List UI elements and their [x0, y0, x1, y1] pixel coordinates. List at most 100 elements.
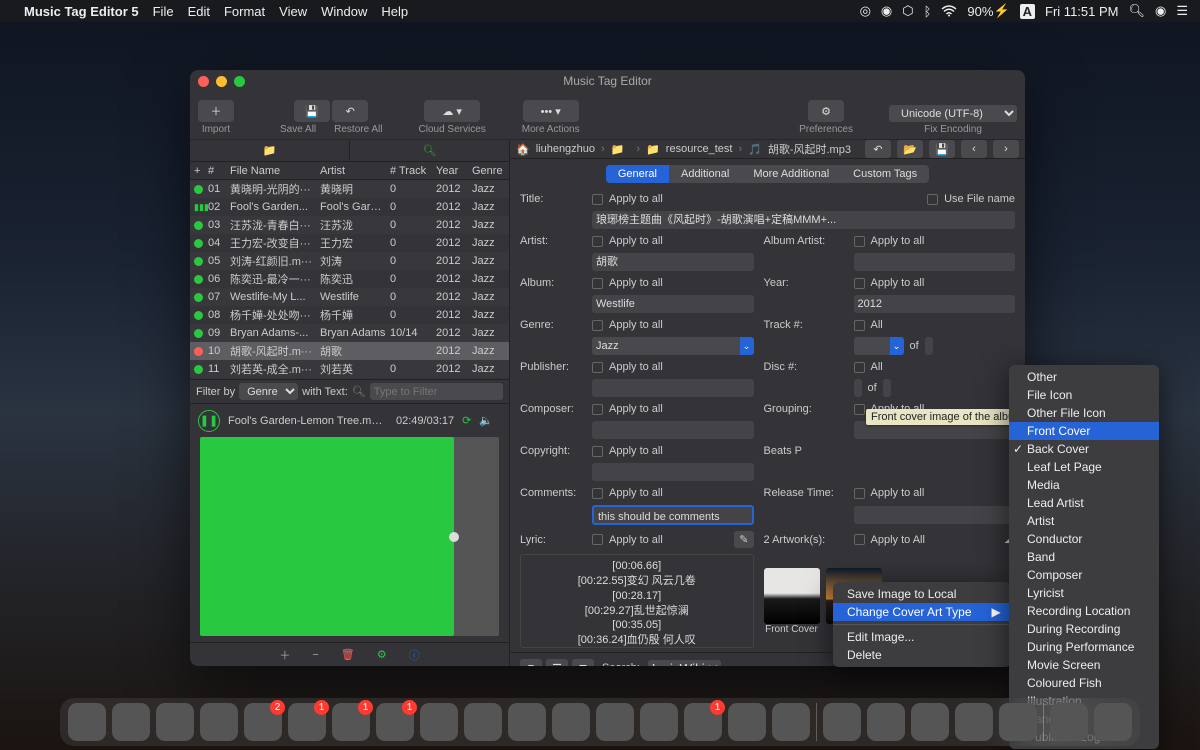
- tab-additional[interactable]: Additional: [669, 165, 741, 183]
- ctx-item[interactable]: File Icon: [1009, 386, 1159, 404]
- info-button[interactable]: ⓘ: [409, 647, 420, 663]
- table-row[interactable]: 01黄晓明-光阴的···黄晓明02012Jazz: [190, 180, 509, 198]
- artist-input[interactable]: 胡歌: [592, 253, 754, 271]
- col-num[interactable]: #: [208, 165, 230, 177]
- add-file-button[interactable]: ＋: [279, 647, 290, 663]
- ctx-item[interactable]: Media: [1009, 476, 1159, 494]
- import-button[interactable]: ＋: [198, 100, 234, 122]
- dock-app-store[interactable]: [640, 703, 678, 741]
- dock-app-xcode[interactable]: [823, 703, 861, 741]
- copyright-input[interactable]: [592, 463, 754, 481]
- dock-app-text[interactable]: [772, 703, 810, 741]
- menu-window[interactable]: Window: [321, 4, 367, 19]
- ctx-item[interactable]: Save Image to Local: [833, 585, 1011, 603]
- action-button[interactable]: ⚙: [377, 648, 387, 661]
- title-input[interactable]: 琅琊榜主题曲《风起时》-胡歌演唱+定稿MMM+...: [592, 211, 1015, 229]
- window-minimize-button[interactable]: [216, 76, 227, 87]
- dock-app-trash[interactable]: [1094, 703, 1132, 741]
- table-row[interactable]: 09Bryan Adams-...Bryan Adams10/142012Jaz…: [190, 324, 509, 342]
- col-year[interactable]: Year: [436, 165, 472, 177]
- table-row[interactable]: 11刘若英-成全.m···刘若英02012Jazz: [190, 360, 509, 378]
- ctx-item[interactable]: Delete: [833, 646, 1011, 664]
- dock-app-cal[interactable]: 1: [288, 703, 326, 741]
- menu-help[interactable]: Help: [381, 4, 408, 19]
- dock-app-tool[interactable]: [999, 703, 1037, 741]
- dock-app-launchpad[interactable]: [156, 703, 194, 741]
- lyric-box[interactable]: [00:06.66][00:22.55]变幻 风云几卷[00:28.17][00…: [520, 554, 754, 648]
- table-row[interactable]: 03汪苏泷-青春白···汪苏泷02012Jazz: [190, 216, 509, 234]
- ctx-item[interactable]: Movie Screen: [1009, 656, 1159, 674]
- ctx-item[interactable]: Artist: [1009, 512, 1159, 530]
- tab-custom-tags[interactable]: Custom Tags: [841, 165, 929, 183]
- repeat-icon[interactable]: ⟳: [462, 414, 471, 427]
- table-row[interactable]: 04王力宏-改变自···王力宏02012Jazz: [190, 234, 509, 252]
- spotlight-icon[interactable]: 🔍︎: [1128, 3, 1145, 19]
- dock-app-siri[interactable]: [112, 703, 150, 741]
- ctx-item[interactable]: Composer: [1009, 566, 1159, 584]
- table-row[interactable]: 05刘涛-红颜旧.m···刘涛02012Jazz: [190, 252, 509, 270]
- save-all-button[interactable]: 💾: [294, 100, 330, 122]
- align-left-button[interactable]: ≡: [520, 659, 542, 666]
- comments-input[interactable]: this should be comments: [592, 505, 754, 525]
- menu-view[interactable]: View: [279, 4, 307, 19]
- use-filename-check[interactable]: [927, 194, 938, 205]
- window-maximize-button[interactable]: [234, 76, 245, 87]
- volume-icon[interactable]: 🔈: [479, 414, 493, 427]
- menu-format[interactable]: Format: [224, 4, 265, 19]
- filter-field-select[interactable]: Genre: [239, 383, 298, 400]
- lyric-source-select[interactable]: LyricWiki: [648, 660, 721, 667]
- disc-total-input[interactable]: [883, 379, 891, 397]
- col-add[interactable]: +: [194, 165, 208, 177]
- dock-app-reminders[interactable]: 1: [332, 703, 370, 741]
- ctx-item[interactable]: Lead Artist: [1009, 494, 1159, 512]
- album-input[interactable]: Westlife: [592, 295, 754, 313]
- more-actions-button[interactable]: ••• ▾: [523, 100, 579, 122]
- window-close-button[interactable]: [198, 76, 209, 87]
- ctx-item[interactable]: During Performance: [1009, 638, 1159, 656]
- dock-app-safari[interactable]: [200, 703, 238, 741]
- dock-app-tool[interactable]: [955, 703, 993, 741]
- table-row[interactable]: 06陈奕迅-最冷一···陈奕迅02012Jazz: [190, 270, 509, 288]
- ctx-item[interactable]: Other: [1009, 368, 1159, 386]
- composer-input[interactable]: [592, 421, 754, 439]
- album-artist-input[interactable]: [854, 253, 1016, 271]
- col-track[interactable]: # Track: [390, 165, 436, 177]
- dock-app-file[interactable]: [1050, 703, 1088, 741]
- status-target-icon[interactable]: ◉: [881, 3, 892, 19]
- align-center-button[interactable]: ☰: [546, 659, 568, 666]
- next-button[interactable]: ›: [993, 140, 1019, 158]
- prev-button[interactable]: ‹: [961, 140, 987, 158]
- ctx-item[interactable]: Recording Location: [1009, 602, 1159, 620]
- title-apply-check[interactable]: [592, 194, 603, 205]
- wifi-icon[interactable]: [941, 5, 957, 17]
- table-body[interactable]: 01黄晓明-光阴的···黄晓明02012Jazz▮▮▮02Fool's Gard…: [190, 180, 509, 379]
- folder-tab[interactable]: 📁: [190, 140, 349, 161]
- cloud-services-button[interactable]: ☁ ▾: [424, 100, 480, 122]
- dock-app-finder[interactable]: [68, 703, 106, 741]
- ctx-item[interactable]: Front Cover: [1009, 422, 1159, 440]
- ctx-item[interactable]: During Recording: [1009, 620, 1159, 638]
- publisher-input[interactable]: [592, 379, 754, 397]
- dock-app-books[interactable]: [596, 703, 634, 741]
- home-icon[interactable]: 🏠: [516, 143, 530, 156]
- input-source-badge[interactable]: A: [1020, 4, 1035, 19]
- search-tab[interactable]: 🔍︎: [349, 140, 509, 161]
- dock-app-music[interactable]: [552, 703, 590, 741]
- col-artist[interactable]: Artist: [320, 165, 390, 177]
- menu-edit[interactable]: Edit: [188, 4, 210, 19]
- play-pause-button[interactable]: ❚❚: [198, 410, 220, 432]
- notification-center-icon[interactable]: ☰: [1176, 3, 1188, 19]
- status-hex-icon[interactable]: ⬡: [902, 3, 913, 19]
- delete-file-button[interactable]: 🗑: [341, 648, 355, 661]
- ctx-item[interactable]: Change Cover Art Type▶: [833, 603, 1011, 621]
- year-input[interactable]: 2012: [854, 295, 1016, 313]
- battery-status[interactable]: 90% ⚡: [967, 3, 1009, 19]
- ctx-item[interactable]: Coloured Fish: [1009, 674, 1159, 692]
- track-total-input[interactable]: [925, 337, 933, 355]
- track-select[interactable]: ⌄: [854, 337, 904, 355]
- ctx-item[interactable]: Edit Image...: [833, 628, 1011, 646]
- disc-input[interactable]: [854, 379, 862, 397]
- menubar-app-name[interactable]: Music Tag Editor 5: [24, 4, 139, 19]
- dock-app-iterm[interactable]: [508, 703, 546, 741]
- dock-app-prefs[interactable]: 1: [684, 703, 722, 741]
